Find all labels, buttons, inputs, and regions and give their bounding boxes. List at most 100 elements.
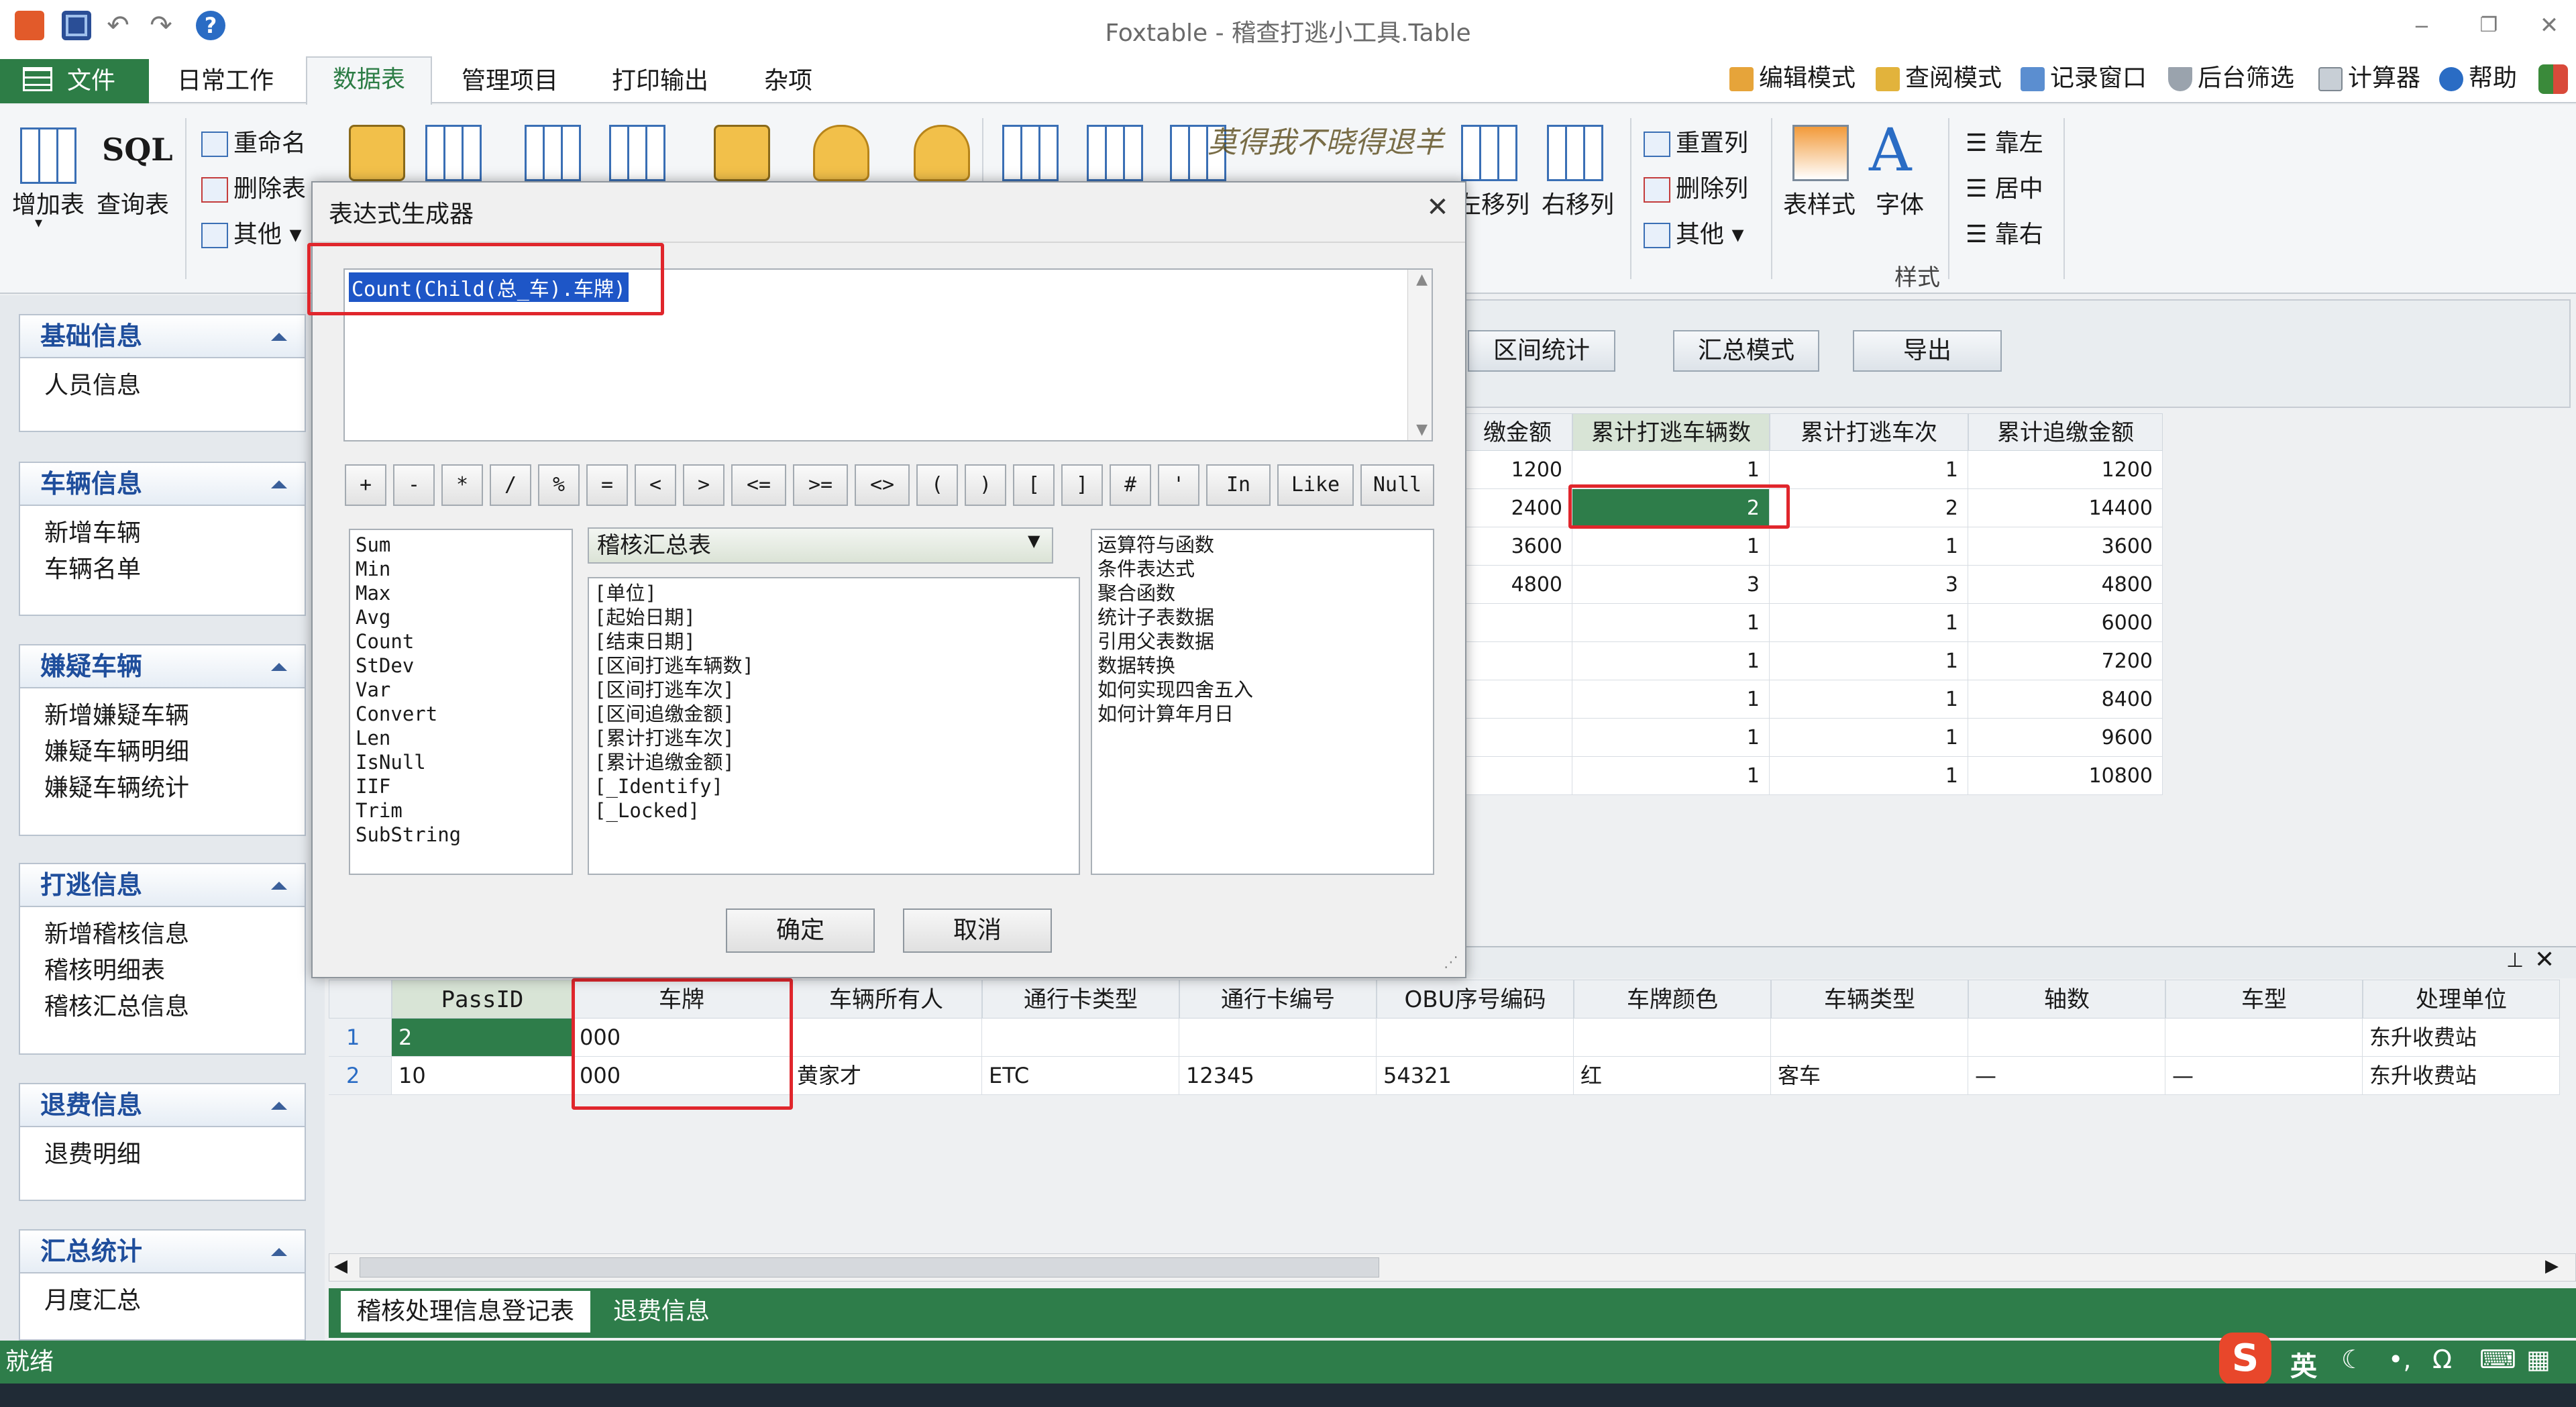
function-item[interactable]: Max <box>356 581 566 605</box>
table-cell[interactable]: 6000 <box>1968 604 2163 642</box>
nav-item-monthly-summary[interactable]: 月度汇总 <box>44 1283 305 1319</box>
redo-icon[interactable]: ↷ <box>146 11 176 40</box>
table-cell[interactable] <box>1377 1019 1574 1057</box>
query-table-label[interactable]: 查询表 <box>97 185 169 220</box>
table-row[interactable]: 1 1 10800 <box>1462 757 2163 795</box>
ok-button[interactable]: 确定 <box>726 908 875 953</box>
function-item[interactable]: Trim <box>356 798 566 823</box>
table-row[interactable]: 1 1 6000 <box>1462 604 2163 642</box>
table-cell[interactable]: 1200 <box>1968 451 2163 489</box>
other-button-1[interactable]: 其他 ▾ <box>201 215 302 250</box>
col-header-cumulative-vehicles[interactable]: 累计打逃车辆数 <box>1572 413 1770 451</box>
insert-column-icon[interactable] <box>1002 125 1059 181</box>
keyboard-icon[interactable]: ⌨ <box>2479 1345 2516 1374</box>
col-header-plate-color[interactable]: 车牌颜色 <box>1574 980 1771 1019</box>
group-header-suspect-vehicle[interactable]: 嫌疑车辆 <box>19 644 306 688</box>
field-item[interactable]: [区间打逃车次] <box>594 678 1073 702</box>
op-in-button[interactable]: In <box>1206 464 1271 506</box>
function-item[interactable]: Count <box>356 629 566 654</box>
scroll-down-icon[interactable]: ▼ <box>1416 421 1428 438</box>
op-less-button[interactable]: < <box>635 464 676 506</box>
align-center-button[interactable]: ☰ 居中 <box>1966 169 2043 204</box>
function-item[interactable]: Convert <box>356 702 566 726</box>
op-close-bracket-button[interactable]: ] <box>1061 464 1103 506</box>
move-left-icon[interactable] <box>1461 125 1517 181</box>
nav-item-new-suspect[interactable]: 新增嫌疑车辆 <box>44 698 305 734</box>
function-item[interactable]: Sum <box>356 533 566 557</box>
collapse-arrow-icon[interactable] <box>271 1102 287 1110</box>
table-cell[interactable]: 54321 <box>1377 1057 1574 1095</box>
group-header-refund-info[interactable]: 退费信息 <box>19 1083 306 1127</box>
nav-item-vehicle-list[interactable]: 车辆名单 <box>44 552 305 588</box>
table-cell[interactable] <box>982 1019 1179 1057</box>
move-right-icon[interactable] <box>1547 125 1603 181</box>
table-cell[interactable]: 2 <box>1770 489 1968 527</box>
op-open-bracket-button[interactable]: [ <box>1013 464 1055 506</box>
delete-column-button[interactable]: 删除列 <box>1644 169 1748 204</box>
op-divide-button[interactable]: / <box>490 464 531 506</box>
align-right-button[interactable]: ☰ 靠右 <box>1966 215 2043 250</box>
op-null-button[interactable]: Null <box>1360 464 1434 506</box>
col-header-passid[interactable]: PassID <box>392 980 573 1019</box>
database-sync-icon[interactable] <box>914 125 970 181</box>
table-cell[interactable]: 1 <box>1572 604 1770 642</box>
collapse-arrow-icon[interactable] <box>271 882 287 890</box>
range-stats-button[interactable]: 区间统计 <box>1468 330 1615 372</box>
nav-item-suspect-detail[interactable]: 嫌疑车辆明细 <box>44 734 305 770</box>
group-header-vehicle-info[interactable]: 车辆信息 <box>19 462 306 506</box>
table-arrow-icon[interactable] <box>425 125 482 181</box>
table-cell[interactable] <box>1771 1019 1968 1057</box>
nav-item-new-vehicle[interactable]: 新增车辆 <box>44 515 305 552</box>
pin-icon[interactable]: ⊥ <box>2506 949 2524 972</box>
op-quote-button[interactable]: ' <box>1158 464 1199 506</box>
col-header-vehicle-type[interactable]: 车辆类型 <box>1771 980 1968 1019</box>
ime-menu-icon[interactable]: ▦ <box>2526 1345 2551 1374</box>
table-cell[interactable]: 2400 <box>1462 489 1572 527</box>
tab-print-output[interactable]: 打印输出 <box>593 59 727 103</box>
resize-grip-icon[interactable]: ⋰ <box>1444 954 1458 971</box>
col-header-card-type[interactable]: 通行卡类型 <box>982 980 1179 1019</box>
function-item[interactable]: IsNull <box>356 750 566 774</box>
reset-column-button[interactable]: 重置列 <box>1644 123 1748 158</box>
col-header-cumulative-recovered[interactable]: 累计追缴金额 <box>1968 413 2163 451</box>
collapse-arrow-icon[interactable] <box>271 663 287 671</box>
save-icon[interactable] <box>62 11 91 40</box>
field-item[interactable]: [区间打逃车辆数] <box>594 654 1073 678</box>
table-edit-icon[interactable] <box>349 125 405 181</box>
op-plus-button[interactable]: + <box>345 464 386 506</box>
table-hand-icon[interactable] <box>714 125 770 181</box>
field-list[interactable]: [单位] [起始日期] [结束日期] [区间打逃车辆数] [区间打逃车次] [区… <box>588 577 1080 875</box>
table-cell[interactable]: 4800 <box>1968 566 2163 604</box>
field-item[interactable]: [累计打逃车次] <box>594 726 1073 750</box>
table-cell[interactable] <box>1462 680 1572 719</box>
table-cell[interactable]: 东升收费站 <box>2363 1057 2560 1095</box>
backend-filter-link[interactable]: 后台筛选 <box>2168 62 2294 95</box>
other-button-2[interactable]: 其他 ▾ <box>1644 215 1744 250</box>
table-cell[interactable]: 7200 <box>1968 642 2163 680</box>
table-cell[interactable]: 14400 <box>1968 489 2163 527</box>
table-cell[interactable]: 9600 <box>1968 719 2163 757</box>
scrollbar-thumb[interactable] <box>360 1257 1379 1278</box>
function-item[interactable]: SubString <box>356 823 566 847</box>
function-item[interactable]: Len <box>356 726 566 750</box>
table-cell[interactable]: 10 <box>392 1057 573 1095</box>
table-cell[interactable]: 3 <box>1770 566 1968 604</box>
table-cell[interactable]: 1 <box>1572 680 1770 719</box>
field-item[interactable]: [_Locked] <box>594 798 1073 823</box>
function-item[interactable]: StDev <box>356 654 566 678</box>
table-cell[interactable]: 1 <box>1770 642 1968 680</box>
help-link[interactable]: 帮助 <box>2439 62 2517 95</box>
table-cell[interactable] <box>2165 1019 2363 1057</box>
table-cell[interactable]: 红 <box>1574 1057 1771 1095</box>
collapse-arrow-icon[interactable] <box>271 480 287 488</box>
col-header-obu[interactable]: OBU序号编码 <box>1377 980 1574 1019</box>
table-cell[interactable]: 3600 <box>1462 527 1572 566</box>
col-header-card-number[interactable]: 通行卡编号 <box>1179 980 1377 1019</box>
users-icon[interactable] <box>2538 64 2568 94</box>
table-cell[interactable] <box>1462 642 1572 680</box>
tab-misc[interactable]: 杂项 <box>745 59 832 103</box>
scroll-right-icon[interactable]: ▶ <box>2545 1256 2559 1276</box>
restore-icon[interactable]: ❐ <box>2469 11 2509 40</box>
nav-item-new-audit[interactable]: 新增稽核信息 <box>44 917 305 953</box>
row-number[interactable]: 1 <box>329 1019 392 1057</box>
